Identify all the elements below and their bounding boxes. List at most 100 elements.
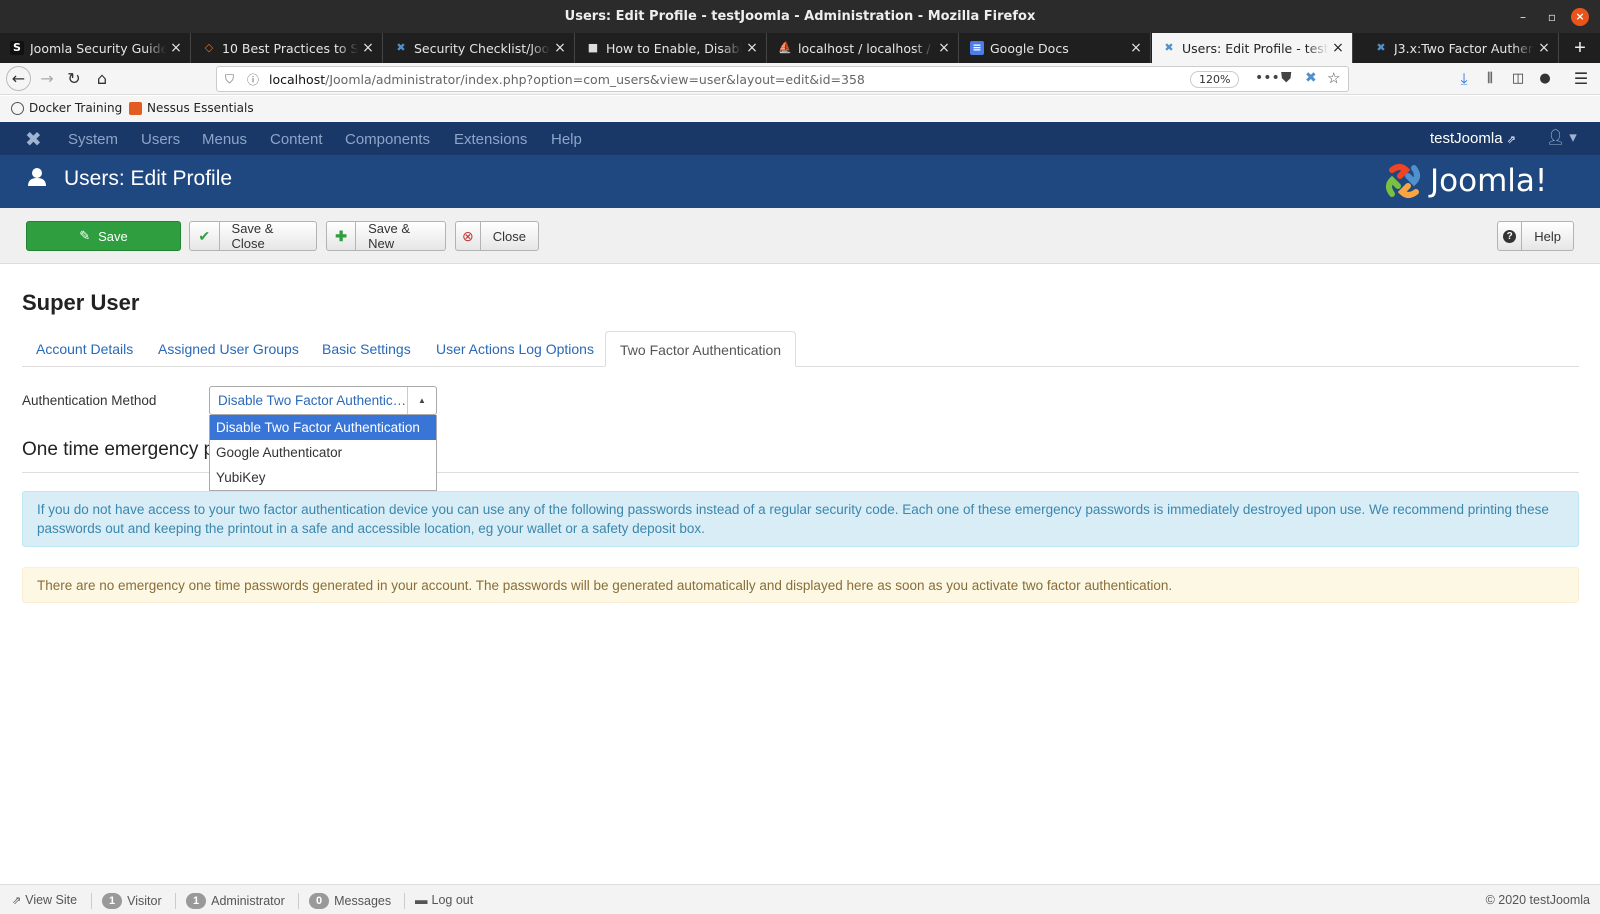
divider (404, 893, 405, 909)
tab-favicon-icon: ⛵ (778, 41, 792, 54)
menu-help[interactable]: Help (551, 131, 582, 148)
window-titlebar: Users: Edit Profile - testJoomla - Admin… (0, 0, 1600, 33)
messages-badge: 0 (309, 893, 330, 909)
tab-favicon-icon: ■ (587, 41, 599, 54)
maximize-icon[interactable]: ▫ (1543, 8, 1561, 26)
select-value: Disable Two Factor Authentication (218, 393, 408, 408)
administrators-count[interactable]: 1 Administrator (186, 893, 285, 909)
browser-tab[interactable]: ■ How to Enable, Disable a × (576, 33, 767, 63)
option-yubikey[interactable]: YubiKey (210, 465, 436, 490)
tab-favicon-icon: ✖ (1376, 41, 1386, 54)
view-site-link[interactable]: ⇗ View Site (12, 893, 77, 907)
divider (298, 893, 299, 909)
joomla-mark-icon (1386, 164, 1420, 198)
browser-tab[interactable]: ≡ Google Docs × (960, 33, 1151, 63)
save-button[interactable]: ✎ Save (26, 221, 181, 251)
browser-tab-label: Users: Edit Profile - testJ (1182, 40, 1328, 56)
forward-icon[interactable]: → (36, 68, 58, 90)
tab-close-icon[interactable]: × (358, 40, 378, 56)
copyright: © 2020 testJoomla (1485, 893, 1590, 907)
url-text: localhost/Joomla/administrator/index.php… (269, 72, 865, 87)
info-icon[interactable]: ⓘ (247, 71, 259, 88)
logout-link[interactable]: ▬ Log out (415, 893, 473, 907)
app-menu-icon[interactable]: ☰ (1570, 68, 1592, 90)
back-icon[interactable]: ← (6, 66, 31, 91)
messages-count[interactable]: 0 Messages (309, 893, 391, 909)
help-button[interactable]: ? Help (1497, 221, 1574, 251)
bookmark-star-icon[interactable]: ☆ (1327, 69, 1340, 87)
nessus-icon (129, 101, 142, 115)
user-heading: Super User (22, 290, 140, 315)
site-link[interactable]: testJoomla ⇗ (1430, 130, 1516, 147)
browser-tab-active[interactable]: ✖ Users: Edit Profile - testJ × (1152, 33, 1353, 63)
bookmark-docker-training[interactable]: Docker Training (11, 101, 122, 115)
info-alert: If you do not have access to your two fa… (22, 491, 1579, 547)
reload-icon[interactable]: ↻ (63, 68, 85, 90)
tab-close-icon[interactable]: × (742, 40, 762, 56)
tab-close-icon[interactable]: × (1534, 40, 1554, 56)
tab-two-factor-authentication[interactable]: Two Factor Authentication (605, 331, 797, 367)
more-actions-icon[interactable]: ••• (1255, 70, 1280, 86)
edit-icon: ✎ (79, 228, 91, 243)
browser-navbar: ← → ↻ ⌂ ⛉ ⓘ localhost/Joomla/administrat… (0, 63, 1600, 95)
browser-tab-label: How to Enable, Disable a (606, 40, 742, 56)
joomla-extension-icon[interactable]: ✖ (1305, 70, 1317, 86)
library-icon[interactable]: ⫼ (1479, 68, 1501, 90)
account-icon[interactable]: ● (1534, 68, 1556, 90)
authentication-method-select[interactable]: Disable Two Factor Authentication ▲ (209, 386, 437, 415)
browser-tab[interactable]: ✖ J3.x:Two Factor Authentic × (1364, 33, 1559, 63)
globe-icon (11, 101, 24, 115)
menu-content[interactable]: Content (270, 131, 323, 148)
tab-close-icon[interactable]: × (550, 40, 570, 56)
option-disable-tfa[interactable]: Disable Two Factor Authentication (210, 415, 436, 440)
status-bar: ⇗ View Site 1 Visitor 1 Administrator 0 … (0, 884, 1600, 914)
sidebar-icon[interactable]: ◫ (1507, 68, 1529, 90)
zoom-level[interactable]: 120% (1190, 71, 1240, 88)
page-header: Users: Edit Profile Joomla! (0, 155, 1600, 208)
user-icon (27, 167, 47, 193)
tab-account-details[interactable]: Account Details (22, 331, 147, 367)
tab-assigned-user-groups[interactable]: Assigned User Groups (144, 331, 313, 367)
menu-users[interactable]: Users (141, 131, 180, 148)
pocket-icon[interactable]: ⛊ (1281, 70, 1292, 86)
browser-tab[interactable]: ✖ Security Checklist/Joomla × (384, 33, 575, 63)
menu-system[interactable]: System (68, 131, 118, 148)
plus-icon: ✚ (327, 222, 357, 250)
tab-close-icon[interactable]: × (166, 40, 186, 56)
browser-tab[interactable]: S Joomla Security Guide: S × (0, 33, 191, 63)
visitors-count[interactable]: 1 Visitor (102, 893, 162, 909)
bookmark-nessus-essentials[interactable]: Nessus Essentials (129, 101, 254, 115)
menu-components[interactable]: Components (345, 131, 430, 148)
visitors-badge: 1 (102, 893, 123, 909)
new-tab-button[interactable]: + (1565, 33, 1595, 63)
download-icon[interactable]: ⤓ (1453, 68, 1475, 90)
menu-extensions[interactable]: Extensions (454, 131, 527, 148)
browser-tab[interactable]: ⛵ localhost / localhost / joo × (768, 33, 959, 63)
close-button[interactable]: ⊗ Close (455, 221, 539, 251)
window-close-icon[interactable]: × (1571, 8, 1589, 26)
user-menu-icon[interactable]: 👤︎ ▾ (1546, 128, 1577, 146)
save-new-button[interactable]: ✚ Save & New (326, 221, 446, 251)
browser-tab[interactable]: ◇ 10 Best Practices to Secu × (192, 33, 383, 63)
menu-menus[interactable]: Menus (202, 131, 247, 148)
joomla-logo-icon[interactable]: ✖ (25, 127, 42, 152)
bookmarks-toolbar: Docker Training Nessus Essentials (0, 96, 1600, 122)
tab-close-icon[interactable]: × (1126, 40, 1146, 56)
bookmark-label: Nessus Essentials (147, 101, 254, 115)
option-google-authenticator[interactable]: Google Authenticator (210, 440, 436, 465)
tab-favicon-icon: ◇ (204, 41, 214, 54)
chevron-up-icon[interactable]: ▲ (407, 387, 436, 414)
home-icon[interactable]: ⌂ (91, 68, 113, 90)
profile-tabs: Account Details Assigned User Groups Bas… (22, 331, 1579, 367)
tab-close-icon[interactable]: × (934, 40, 954, 56)
tab-close-icon[interactable]: × (1328, 40, 1348, 56)
tab-basic-settings[interactable]: Basic Settings (308, 331, 425, 367)
browser-tab-label: J3.x:Two Factor Authentic (1394, 40, 1534, 56)
save-close-button[interactable]: ✔ Save & Close (189, 221, 317, 251)
url-bar[interactable]: ⛉ ⓘ localhost/Joomla/administrator/index… (216, 66, 1349, 92)
minimize-icon[interactable]: – (1514, 8, 1532, 26)
tab-user-actions-log-options[interactable]: User Actions Log Options (422, 331, 608, 367)
shield-icon[interactable]: ⛉ (225, 72, 234, 87)
browser-tab-label: localhost / localhost / joo (798, 40, 934, 56)
toolbar: ✎ Save ✔ Save & Close ✚ Save & New ⊗ Clo… (0, 208, 1600, 264)
